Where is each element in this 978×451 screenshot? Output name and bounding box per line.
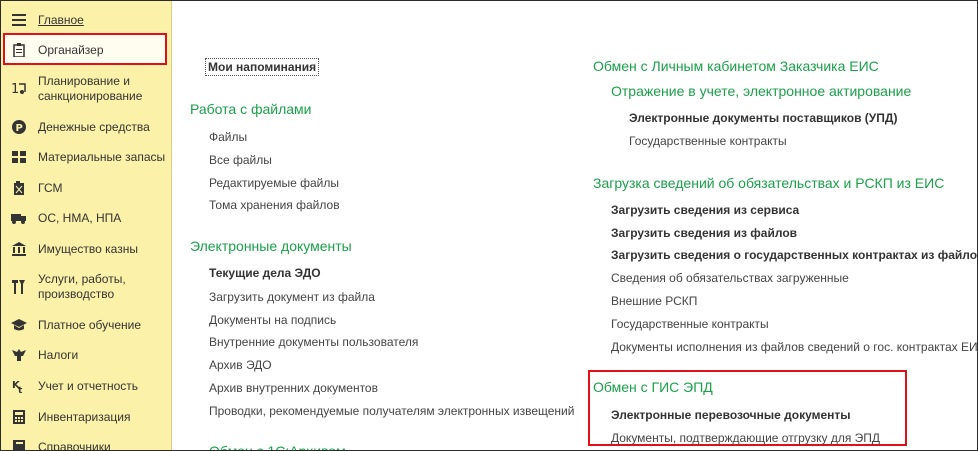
editable-files-link[interactable]: Редактируемые файлы: [209, 176, 339, 190]
sidebar-item-label: Учет и отчетность: [38, 378, 138, 393]
sidebar-item-treasury-property[interactable]: Имущество казны: [1, 240, 171, 258]
sidebar-item-label: Услуги, работы, производство: [38, 272, 126, 301]
accounting-icon: Kt: [11, 378, 27, 394]
my-reminders-link[interactable]: Мои напоминания: [205, 58, 320, 76]
state-contracts-link-2[interactable]: Государственные контракты: [611, 317, 769, 331]
grid-blocks-icon: [11, 149, 27, 165]
eagle-emblem-icon: [11, 347, 27, 363]
tools-icon: [11, 279, 27, 295]
file-storage-volumes-link[interactable]: Тома хранения файлов: [209, 198, 340, 212]
svg-text:t: t: [18, 386, 23, 393]
sidebar-item-label: Денежные средства: [38, 119, 150, 134]
edo-archive-link[interactable]: Архив ЭДО: [209, 358, 272, 372]
load-document-from-file-link[interactable]: Загрузить документ из файла: [209, 290, 375, 304]
documents-for-signature-link[interactable]: Документы на подпись: [209, 313, 336, 327]
section-title-obligations-load: Загрузка сведений об обязательствах и РС…: [593, 175, 945, 191]
sidebar-item-label: Имущество казны: [38, 241, 138, 256]
graduation-cap-icon: [11, 317, 27, 333]
sidebar-item-planning[interactable]: 1 Планирование и санкционирование: [1, 73, 171, 105]
coin-icon: P: [11, 119, 27, 135]
subsection-title-accounting-reflection: Отражение в учете, электронное актирован…: [611, 83, 912, 99]
main-content: Мои напоминания Работа с файлами Файлы В…: [172, 1, 977, 450]
user-internal-documents-link[interactable]: Внутренние документы пользователя: [209, 335, 418, 349]
truck-icon: [11, 210, 27, 226]
sidebar-item-services[interactable]: Услуги, работы, производство: [1, 271, 171, 303]
execution-documents-link[interactable]: Документы исполнения из файлов сведений …: [611, 340, 977, 354]
sidebar-item-organizer[interactable]: Органайзер: [1, 41, 171, 59]
shipment-confirming-documents-link[interactable]: Документы, подтверждающие отгрузку для Э…: [611, 431, 880, 445]
sidebar-item-accounting[interactable]: Kt Учет и отчетность: [1, 377, 171, 395]
sidebar-item-money[interactable]: P Денежные средства: [1, 118, 171, 136]
all-files-link[interactable]: Все файлы: [209, 153, 272, 167]
sidebar-item-home[interactable]: Главное: [1, 11, 171, 29]
sidebar-item-label: ОС, НМА, НПА: [38, 210, 122, 225]
menu-lines-icon: [11, 12, 27, 28]
clipboard-icon: [11, 42, 27, 58]
sidebar-item-label: Материальные запасы: [38, 149, 166, 164]
sidebar-item-materials[interactable]: Материальные запасы: [1, 148, 171, 166]
app-window: Главное Органайзер 1 Планирование и санк…: [0, 0, 978, 451]
load-from-service-link[interactable]: Загрузить сведения из сервиса: [611, 203, 799, 217]
planning-icon: 1: [11, 80, 27, 96]
fuel-can-icon: [11, 180, 27, 196]
supplier-electronic-documents-link[interactable]: Электронные документы поставщиков (УПД): [629, 111, 897, 125]
sidebar-item-label: Органайзер: [38, 42, 104, 57]
sidebar: Главное Органайзер 1 Планирование и санк…: [1, 1, 172, 451]
inventory-icon: [11, 409, 27, 425]
load-from-files-link[interactable]: Загрузить сведения из файлов: [611, 226, 797, 240]
sidebar-item-label: Инвентаризация: [38, 409, 131, 424]
sidebar-item-inventory[interactable]: Инвентаризация: [1, 408, 171, 426]
sidebar-item-label: ГСМ: [38, 180, 63, 195]
sidebar-item-references[interactable]: Справочники: [1, 438, 171, 451]
electronic-transport-documents-link[interactable]: Электронные перевозочные документы: [611, 408, 851, 422]
sidebar-item-label: Главное: [38, 12, 84, 27]
section-title-gis-epd: Обмен с ГИС ЭПД: [593, 379, 713, 395]
svg-text:1: 1: [11, 82, 19, 96]
reference-book-icon: [11, 439, 27, 450]
external-rskp-link[interactable]: Внешние РСКП: [611, 294, 697, 308]
sidebar-item-fixed-assets[interactable]: ОС, НМА, НПА: [1, 209, 171, 227]
internal-documents-archive-link[interactable]: Архив внутренних документов: [209, 381, 378, 395]
load-state-contracts-from-files-link[interactable]: Загрузить сведения о государственных кон…: [611, 248, 977, 262]
sidebar-item-label: Справочники: [38, 439, 111, 451]
recommended-postings-link[interactable]: Проводки, рекомендуемые получателям элек…: [209, 404, 574, 418]
bank-building-icon: [11, 241, 27, 257]
section-title-1c-archive: Обмен с 1С:Архивом: [209, 443, 346, 451]
sidebar-item-label: Платное обучение: [38, 317, 142, 332]
current-edo-tasks-link[interactable]: Текущие дела ЭДО: [209, 266, 321, 280]
section-title-files: Работа с файлами: [190, 101, 312, 117]
sidebar-item-label: Налоги: [38, 347, 79, 362]
sidebar-item-label: Планирование и санкционирование: [38, 74, 143, 103]
section-title-electronic-documents: Электронные документы: [190, 238, 352, 254]
state-contracts-link[interactable]: Государственные контракты: [629, 134, 787, 148]
loaded-obligations-link[interactable]: Сведения об обязательствах загруженные: [611, 271, 849, 285]
svg-text:P: P: [16, 123, 23, 134]
section-title-eis-exchange: Обмен с Личным кабинетом Заказчика ЕИС: [593, 58, 879, 74]
sidebar-item-paid-education[interactable]: Платное обучение: [1, 316, 171, 334]
sidebar-item-fuel[interactable]: ГСМ: [1, 179, 171, 197]
files-link[interactable]: Файлы: [209, 130, 247, 144]
sidebar-item-taxes[interactable]: Налоги: [1, 346, 171, 364]
